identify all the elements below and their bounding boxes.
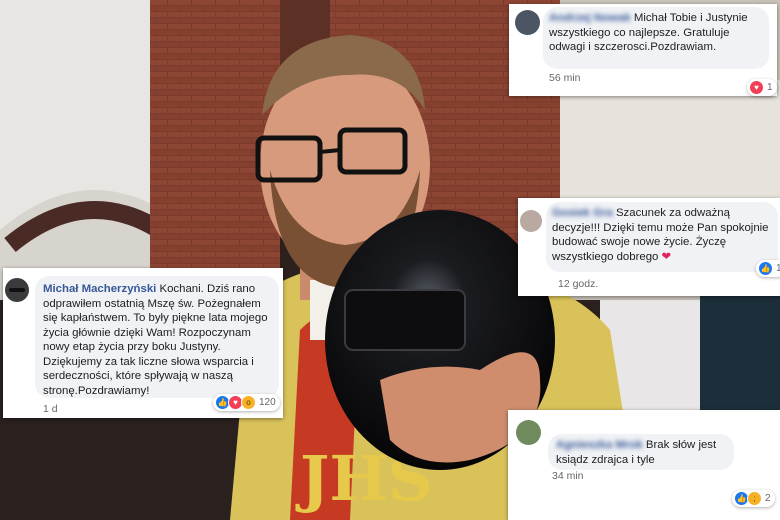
comment-time[interactable]: 12 godz. [558,278,598,290]
comment-bubble: Andrzej Nowak Michał Tobie i Justynie ws… [543,7,769,69]
comment-bubble: Gosiek Gra Szacunek za odważną decyzje!!… [546,202,778,272]
reaction-count: 1 [776,263,780,274]
comment-author[interactable]: Michał Macherzyński [43,283,156,295]
comment-author[interactable]: Agnieszka Mrok [556,439,643,451]
comment-time[interactable]: 34 min [552,470,584,482]
comment-card-1: Andrzej Nowak Michał Tobie i Justynie ws… [509,4,777,96]
comment-card-2: Gosiek Gra Szacunek za odważną decyzje!!… [518,198,780,296]
comment-time[interactable]: 56 min [549,72,581,84]
comment-bubble: Michał Macherzyński Kochani. Dziś rano o… [35,276,279,398]
avatar[interactable] [515,10,540,35]
reactions[interactable]: 👍 1 [756,260,780,277]
comment-text: Kochani. Dziś rano odprawiłem ostatnią M… [43,283,268,397]
comment-time[interactable]: 1 d [43,403,58,415]
reactions[interactable]: 👍 ; 2 [732,490,775,507]
avatar[interactable] [520,210,542,232]
comment-author[interactable]: Gosiek Gra [552,207,613,219]
heart-icon: ♥ [749,80,764,95]
like-icon: 👍 [758,261,773,276]
comment-author[interactable]: Andrzej Nowak [549,12,631,24]
avatar[interactable] [5,278,29,302]
comment-bubble: Agnieszka Mrok Brak słów jest ksiądz zdr… [548,434,734,470]
reactions[interactable]: ♥ 1 [747,79,777,96]
sad-icon: ; [747,491,762,506]
reaction-count: 2 [765,493,771,504]
comment-card-3: Michał Macherzyński Kochani. Dziś rano o… [3,268,283,418]
reaction-count: 120 [259,397,276,408]
avatar[interactable] [516,420,541,445]
heart-emoji: ❤ [661,250,672,263]
reactions[interactable]: 👍 ♥ o 120 [213,394,280,411]
wow-icon: o [241,395,256,410]
comment-card-4: Agnieszka Mrok Brak słów jest ksiądz zdr… [508,410,780,520]
reaction-count: 1 [767,82,773,93]
